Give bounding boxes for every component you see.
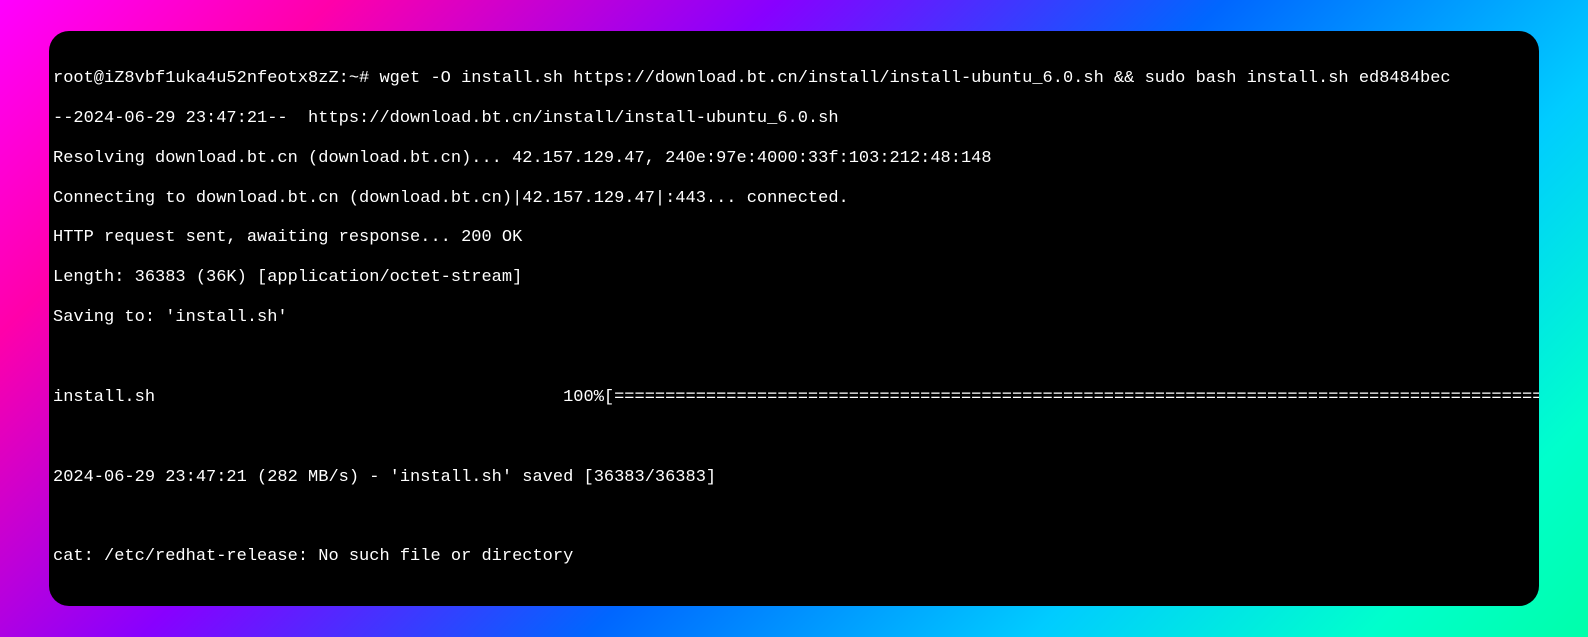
output-line: 2024-06-29 23:47:21 (282 MB/s) - 'instal… <box>53 468 1539 488</box>
output-line: --2024-06-29 23:47:21-- https://download… <box>53 109 1539 129</box>
terminal-window[interactable]: root@iZ8vbf1uka4u52nfeotx8zZ:~# wget -O … <box>49 31 1539 606</box>
output-line: Resolving download.bt.cn (download.bt.cn… <box>53 149 1539 169</box>
output-line: HTTP request sent, awaiting response... … <box>53 228 1539 248</box>
progress-bar-line: install.sh 100%[========================… <box>53 388 1539 408</box>
shell-command: wget -O install.sh https://download.bt.c… <box>379 69 1450 88</box>
terminal-output: root@iZ8vbf1uka4u52nfeotx8zZ:~# wget -O … <box>49 49 1539 606</box>
blank-line <box>53 348 1539 368</box>
output-line: Saving to: 'install.sh' <box>53 308 1539 328</box>
output-line: cat: /etc/redhat-release: No such file o… <box>53 547 1539 567</box>
blank-line <box>53 428 1539 448</box>
blank-line <box>53 508 1539 528</box>
blank-line <box>53 587 1539 606</box>
output-line: Length: 36383 (36K) [application/octet-s… <box>53 268 1539 288</box>
shell-prompt: root@iZ8vbf1uka4u52nfeotx8zZ:~# <box>53 69 379 88</box>
output-line: Connecting to download.bt.cn (download.b… <box>53 189 1539 209</box>
